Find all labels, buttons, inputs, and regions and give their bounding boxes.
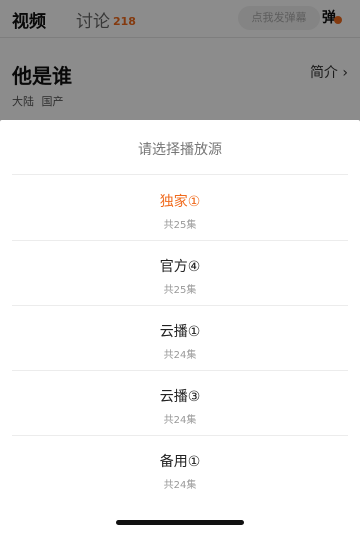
source-episode-count: 共25集 — [163, 220, 197, 231]
source-list: 独家① 共25集 官方④ 共25集 云播① 共24集 云播③ 共24集 备用① … — [0, 175, 360, 500]
source-episode-count: 共24集 — [163, 350, 197, 361]
home-indicator[interactable] — [116, 520, 244, 525]
source-item[interactable]: 云播③ 共24集 — [0, 370, 360, 436]
source-item[interactable]: 云播① 共24集 — [0, 305, 360, 371]
source-item[interactable]: 备用① 共24集 — [0, 435, 360, 500]
play-source-sheet: 请选择播放源 独家① 共25集 官方④ 共25集 云播① 共24集 云播③ 共2… — [0, 120, 360, 534]
source-name: 云播③ — [159, 389, 201, 405]
sheet-title: 请选择播放源 — [138, 142, 222, 158]
source-episode-count: 共25集 — [163, 285, 197, 296]
source-name: 独家① — [159, 194, 201, 210]
source-name: 官方④ — [159, 259, 201, 275]
source-episode-count: 共24集 — [163, 480, 197, 491]
source-episode-count: 共24集 — [163, 415, 197, 426]
source-item[interactable]: 独家① 共25集 — [0, 175, 360, 241]
source-name: 云播① — [159, 324, 201, 340]
source-name: 备用① — [159, 454, 201, 470]
source-item[interactable]: 官方④ 共25集 — [0, 240, 360, 306]
